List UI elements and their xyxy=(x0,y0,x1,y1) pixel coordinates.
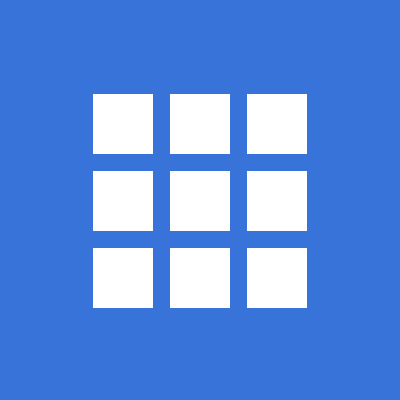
grid-tile xyxy=(247,248,307,308)
app-icon[interactable] xyxy=(0,0,400,400)
grid-tile xyxy=(247,171,307,231)
grid-tile xyxy=(170,94,230,154)
grid-tile xyxy=(93,248,153,308)
grid-tile xyxy=(170,171,230,231)
grid-tile xyxy=(93,94,153,154)
grid-icon xyxy=(93,94,307,308)
grid-tile xyxy=(93,171,153,231)
grid-tile xyxy=(170,248,230,308)
grid-tile xyxy=(247,94,307,154)
